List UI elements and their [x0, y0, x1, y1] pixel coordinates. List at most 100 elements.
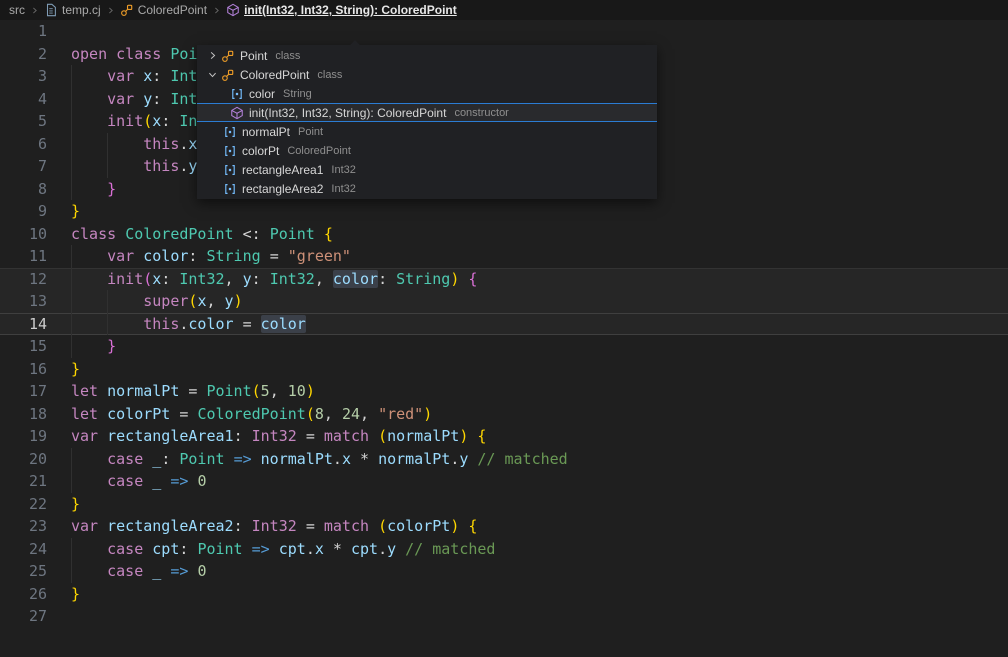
symbol-picker-popup: Point class ColoredPoint class colorString… — [197, 45, 657, 199]
class-icon — [221, 49, 235, 63]
code-line-text: } — [71, 178, 116, 201]
indent-guide — [71, 178, 72, 201]
code-line-text: var rectangleArea2: Int32 = match (color… — [71, 515, 477, 538]
symbol-detail: ColoredPoint — [287, 145, 351, 157]
code-line[interactable]: 19 var rectangleArea1: Int32 = match (nor… — [0, 425, 1008, 448]
line-number[interactable]: 2 — [0, 43, 47, 66]
line-number[interactable]: 6 — [0, 133, 47, 156]
chevron-right-icon — [205, 50, 219, 61]
indent-guide — [71, 538, 72, 561]
symbol-item[interactable]: ColoredPoint class — [197, 65, 657, 84]
code-line[interactable]: 24 case cpt: Point => cpt.x * cpt.y // m… — [0, 538, 1008, 561]
symbol-item[interactable]: rectangleArea2Int32 — [197, 179, 657, 198]
line-number[interactable]: 7 — [0, 155, 47, 178]
indent-guide — [107, 313, 108, 336]
code-line-text: open class Poi — [71, 43, 197, 66]
code-line[interactable]: 21 case _ => 0 — [0, 470, 1008, 493]
line-number[interactable]: 11 — [0, 245, 47, 268]
popup-rows: Point class ColoredPoint class colorString… — [197, 46, 657, 198]
code-line[interactable]: 20 case _: Point => normalPt.x * normalP… — [0, 448, 1008, 471]
line-number[interactable]: 3 — [0, 65, 47, 88]
symbol-item[interactable]: init(Int32, Int32, String): ColoredPoint… — [197, 103, 657, 122]
symbol-name: ColoredPoint — [240, 68, 309, 82]
symbol-item[interactable]: rectangleArea1Int32 — [197, 160, 657, 179]
line-number[interactable]: 21 — [0, 470, 47, 493]
code-line[interactable]: 1 — [0, 20, 1008, 43]
line-number[interactable]: 14 — [0, 313, 47, 336]
code-line[interactable]: 14 this.color = color — [0, 313, 1008, 336]
symbol-name: normalPt — [242, 125, 290, 139]
constructor-icon — [230, 106, 244, 120]
file-icon — [44, 3, 58, 17]
indent-guide — [71, 470, 72, 493]
code-line[interactable]: 23 var rectangleArea2: Int32 = match (col… — [0, 515, 1008, 538]
symbol-item[interactable]: colorString — [197, 84, 657, 103]
indent-guide — [71, 335, 72, 358]
code-line[interactable]: 13 super(x, y) — [0, 290, 1008, 313]
code-line-text: var x: Int — [71, 65, 197, 88]
line-number[interactable]: 13 — [0, 290, 47, 313]
line-number[interactable]: 24 — [0, 538, 47, 561]
line-number[interactable]: 25 — [0, 560, 47, 583]
symbol-detail: class — [317, 69, 342, 81]
code-line-text: var rectangleArea1: Int32 = match (norma… — [71, 425, 486, 448]
line-number[interactable]: 26 — [0, 583, 47, 606]
code-line[interactable]: 11 var color: String = "green" — [0, 245, 1008, 268]
symbol-name: Point — [240, 49, 267, 63]
line-number[interactable]: 27 — [0, 605, 47, 628]
editor[interactable]: 12 open class Poi 3 var x: Int 4 var y: Int… — [0, 20, 1008, 628]
indent-guide — [71, 313, 72, 336]
breadcrumb-item-label: src — [9, 3, 25, 17]
indent-guide — [71, 448, 72, 471]
symbol-item[interactable]: normalPtPoint — [197, 122, 657, 141]
code-line[interactable]: 15 } — [0, 335, 1008, 358]
code-line[interactable]: 9} — [0, 200, 1008, 223]
symbol-detail: constructor — [454, 107, 508, 119]
symbol-detail: class — [275, 50, 300, 62]
breadcrumb-item[interactable]: src — [9, 3, 25, 17]
symbol-item[interactable]: Point class — [197, 46, 657, 65]
code-line[interactable]: 18let colorPt = ColoredPoint(8, 24, "red… — [0, 403, 1008, 426]
breadcrumb-item-label: temp.cj — [62, 3, 101, 17]
line-number[interactable]: 20 — [0, 448, 47, 471]
line-number[interactable]: 22 — [0, 493, 47, 516]
breadcrumb-item-label: ColoredPoint — [138, 3, 207, 17]
code-line[interactable]: 26} — [0, 583, 1008, 606]
indent-guide — [107, 155, 108, 178]
code-line[interactable]: 22} — [0, 493, 1008, 516]
line-number[interactable]: 17 — [0, 380, 47, 403]
line-number[interactable]: 10 — [0, 223, 47, 246]
indent-guide — [107, 290, 108, 313]
line-number[interactable]: 4 — [0, 88, 47, 111]
line-number[interactable]: 19 — [0, 425, 47, 448]
code-line-text: case cpt: Point => cpt.x * cpt.y // matc… — [71, 538, 495, 561]
breadcrumb-item[interactable]: ColoredPoint — [120, 3, 207, 17]
line-number[interactable]: 12 — [0, 268, 47, 291]
code-line[interactable]: 27 — [0, 605, 1008, 628]
indent-guide — [71, 88, 72, 111]
symbol-detail: String — [283, 88, 312, 100]
class-icon — [120, 3, 134, 17]
breadcrumb-separator-icon — [212, 6, 221, 15]
code-line-text: this.y — [71, 155, 197, 178]
code-line[interactable]: 17let normalPt = Point(5, 10) — [0, 380, 1008, 403]
line-number[interactable]: 9 — [0, 200, 47, 223]
line-number[interactable]: 1 — [0, 20, 47, 43]
breadcrumb-item[interactable]: temp.cj — [44, 3, 101, 17]
code-line[interactable]: 25 case _ => 0 — [0, 560, 1008, 583]
breadcrumb-separator-icon — [30, 6, 39, 15]
symbol-item[interactable]: colorPtColoredPoint — [197, 141, 657, 160]
code-line-text: var y: Int — [71, 88, 197, 111]
code-line[interactable]: 10class ColoredPoint <: Point { — [0, 223, 1008, 246]
line-number[interactable]: 23 — [0, 515, 47, 538]
code-line[interactable]: 12 init(x: Int32, y: Int32, color: Strin… — [0, 268, 1008, 291]
line-number[interactable]: 18 — [0, 403, 47, 426]
line-number[interactable]: 5 — [0, 110, 47, 133]
line-number[interactable]: 15 — [0, 335, 47, 358]
indent-guide — [71, 245, 72, 268]
line-number[interactable]: 16 — [0, 358, 47, 381]
breadcrumb-item[interactable]: init(Int32, Int32, String): ColoredPoint — [226, 3, 457, 17]
field-icon — [223, 125, 237, 139]
code-line[interactable]: 16} — [0, 358, 1008, 381]
line-number[interactable]: 8 — [0, 178, 47, 201]
